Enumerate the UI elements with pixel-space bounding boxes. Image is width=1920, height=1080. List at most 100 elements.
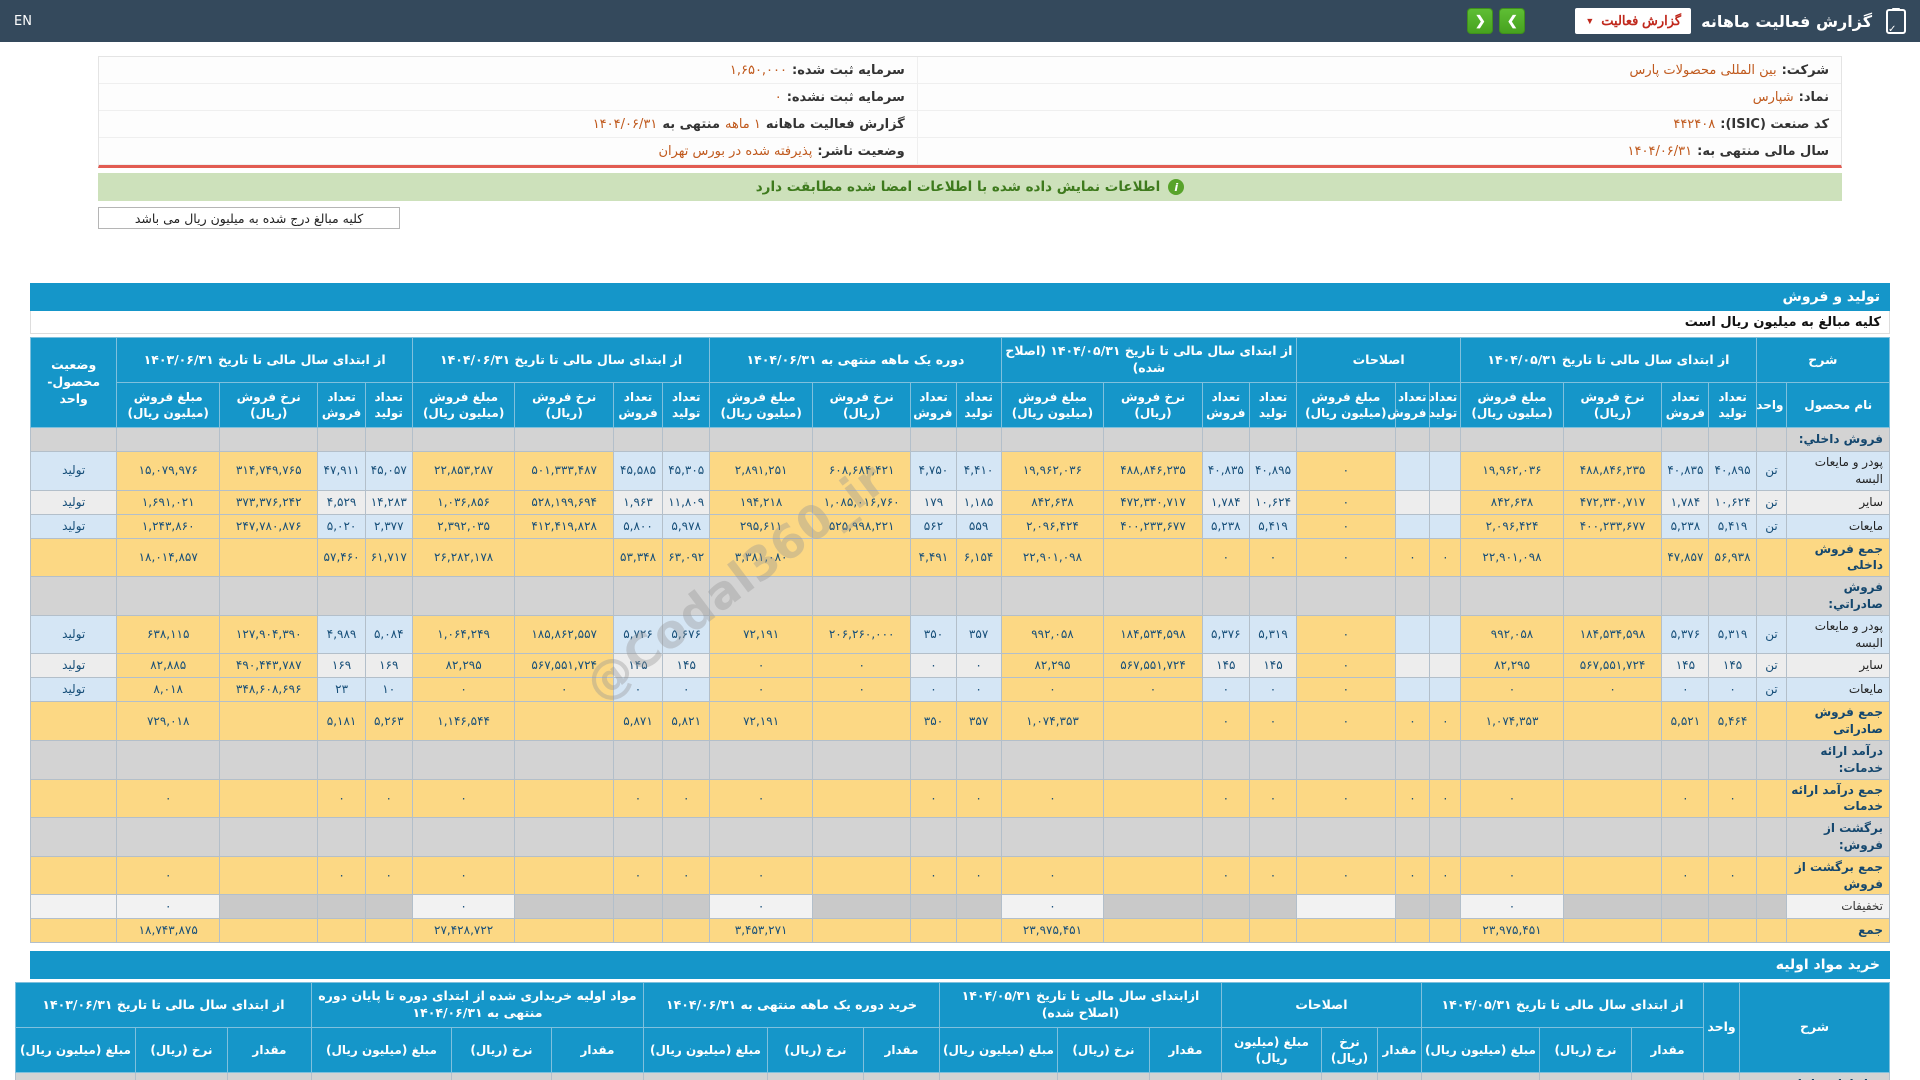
signed-info-notice: i اطلاعات نمایش داده شده با اطلاعات امضا… <box>98 173 1842 201</box>
column-header: ازابتدای سال مالی تا تاریخ ۱۴۰۴/۰۵/۳۱ (ا… <box>938 982 1222 1029</box>
cell: درآمد ارائه خدمات: <box>1786 739 1890 780</box>
cell <box>1394 653 1431 679</box>
column-header: وضعیت محصول-واحد <box>29 337 118 428</box>
info-label: منتهی به <box>662 116 721 132</box>
cell: ۰ <box>662 778 711 819</box>
info-value: ۰ <box>774 89 782 105</box>
report-type-dropdown[interactable]: گزارش فعالیت ▼ <box>1575 8 1692 34</box>
cell: ۵۶۷,۵۵۱,۷۲۴ <box>1103 653 1203 679</box>
cell <box>1296 817 1396 857</box>
cell: ۱۸,۰۱۴,۸۵۷ <box>116 537 221 578</box>
cell <box>811 894 912 920</box>
column-header: مبلغ فروش (میلیون ریال) <box>709 382 813 428</box>
column-header: نرخ (ریال) <box>1539 1027 1632 1074</box>
cell: ۵,۵۲۱ <box>1661 701 1710 741</box>
cell <box>1103 855 1203 896</box>
cell <box>1661 894 1710 920</box>
cell: ۵۶۷,۵۵۱,۷۲۴ <box>1562 653 1663 679</box>
cell: برگشت از فروش: <box>1786 817 1890 857</box>
cell <box>1562 855 1663 896</box>
cell: تولید <box>29 653 118 679</box>
table-row: جمع درآمد ارائه خدمات ۰ ۰ ۰ ۰ ۰ ۰ ۰ ۰ ۰ ۰ ۰ ۰ ۰ ۰ ۰ ۰ ۰ ۰ <box>29 778 1890 819</box>
cell <box>811 576 912 616</box>
cell: تن <box>1755 614 1788 655</box>
cell <box>1755 855 1788 896</box>
cell <box>1661 817 1710 857</box>
cell <box>662 427 711 452</box>
cell: ۴۵,۳۰۵ <box>662 451 711 491</box>
cell: ۲,۰۹۶,۴۲۴ <box>1000 513 1105 539</box>
cell <box>219 894 319 920</box>
cell <box>219 537 319 578</box>
cell <box>29 701 118 741</box>
cell <box>811 778 912 819</box>
nav-forward-button[interactable]: ❯ <box>1499 8 1526 34</box>
cell: ۰ <box>1201 701 1250 741</box>
column-header: نرخ (ریال) <box>766 1027 864 1074</box>
cell: ۰ <box>662 677 711 703</box>
column-header: نرخ (ریال) <box>1321 1027 1378 1074</box>
cell <box>550 1072 644 1080</box>
cell <box>1394 513 1431 539</box>
cell <box>29 739 118 780</box>
cell <box>662 817 711 857</box>
table-row: برگشت از فروش: <box>29 817 1890 857</box>
cell: ۰ <box>1296 677 1396 703</box>
language-toggle[interactable]: EN <box>14 14 32 29</box>
cell <box>955 576 1002 616</box>
cell: تن <box>1755 451 1788 491</box>
cell <box>1296 918 1396 944</box>
cell: ۲,۰۹۶,۴۲۴ <box>1460 513 1564 539</box>
cell: ۱۱,۸۰۹ <box>662 489 711 515</box>
cell: ۱,۷۸۴ <box>1201 489 1250 515</box>
info-label: کد صنعت (ISIC): <box>1720 116 1829 132</box>
column-header: مبلغ فروش (میلیون ریال) <box>1296 382 1396 428</box>
cell: ۵,۴۱۹ <box>1248 513 1298 539</box>
nav-back-button[interactable]: ❮ <box>1467 8 1494 34</box>
cell <box>1562 918 1663 944</box>
cell: ۲۹۵,۶۱۱ <box>709 513 813 539</box>
cell: ۰ <box>1460 778 1564 819</box>
cell: ۵۶۲ <box>910 513 957 539</box>
cell: ۱,۹۶۳ <box>612 489 664 515</box>
cell <box>317 739 366 780</box>
column-header: تعداد تولید <box>662 382 711 428</box>
cell: ۴۵,۰۵۷ <box>364 451 413 491</box>
cell <box>1296 576 1396 616</box>
cell: ۰ <box>1296 513 1396 539</box>
cell: ۱۵,۰۷۹,۹۷۶ <box>116 451 221 491</box>
cell: تن <box>1755 653 1788 679</box>
cell <box>116 576 221 616</box>
cell: تخفیفات <box>1786 894 1890 920</box>
table-row: فروش صادراتي: <box>29 576 1890 616</box>
table-row: مایعات تن ۵,۴۱۹ ۵,۲۳۸ ۴۰۰,۲۳۳,۶۷۷ ۲,۰۹۶,۴۲۴ ۰ ۵… <box>29 513 1890 539</box>
cell <box>1708 817 1757 857</box>
cell: ۰ <box>1394 855 1431 896</box>
cell: فروش داخلي: <box>1786 427 1890 452</box>
top-bar: گزارش فعالیت ماهانه گزارش فعالیت ▼ ❯ ❮ E… <box>0 0 1920 42</box>
cell <box>29 817 118 857</box>
cell: ۰ <box>1201 778 1250 819</box>
column-header: از ابتدای سال مالی تا تاریخ ۱۴۰۴/۰۵/۳۱ (… <box>1000 337 1298 383</box>
cell: ۴۵,۵۸۵ <box>612 451 664 491</box>
column-header: مواد اولیه خریداری شده از ابتدای دوره تا… <box>310 982 644 1029</box>
cell <box>219 427 319 452</box>
cell: ۵,۳۱۹ <box>1708 614 1757 655</box>
cell <box>1460 427 1564 452</box>
cell: ۶,۱۵۴ <box>955 537 1002 578</box>
cell <box>219 918 319 944</box>
company-info-grid: شرکت: بین المللی محصولات پارس سرمایه ثبت ش… <box>99 57 1841 165</box>
cell <box>514 817 614 857</box>
purchase-table-mount: شرح واحد از ابتدای سال مالی تا تاریخ ۱۴۰۴/… <box>14 982 1890 1080</box>
table-row: درآمد ارائه خدمات: <box>29 739 1890 780</box>
cell: ۸۲,۸۸۵ <box>116 653 221 679</box>
cell: سایر <box>1786 653 1890 679</box>
cell: ۷۲۹,۰۱۸ <box>116 701 221 741</box>
cell <box>514 576 614 616</box>
cell: ۱,۱۴۶,۵۴۴ <box>411 701 516 741</box>
cell: ۵۶۷,۵۵۱,۷۲۴ <box>514 653 614 679</box>
cell: ۰ <box>1248 677 1298 703</box>
cell <box>910 576 957 616</box>
cell <box>1562 778 1663 819</box>
cell <box>29 918 118 944</box>
